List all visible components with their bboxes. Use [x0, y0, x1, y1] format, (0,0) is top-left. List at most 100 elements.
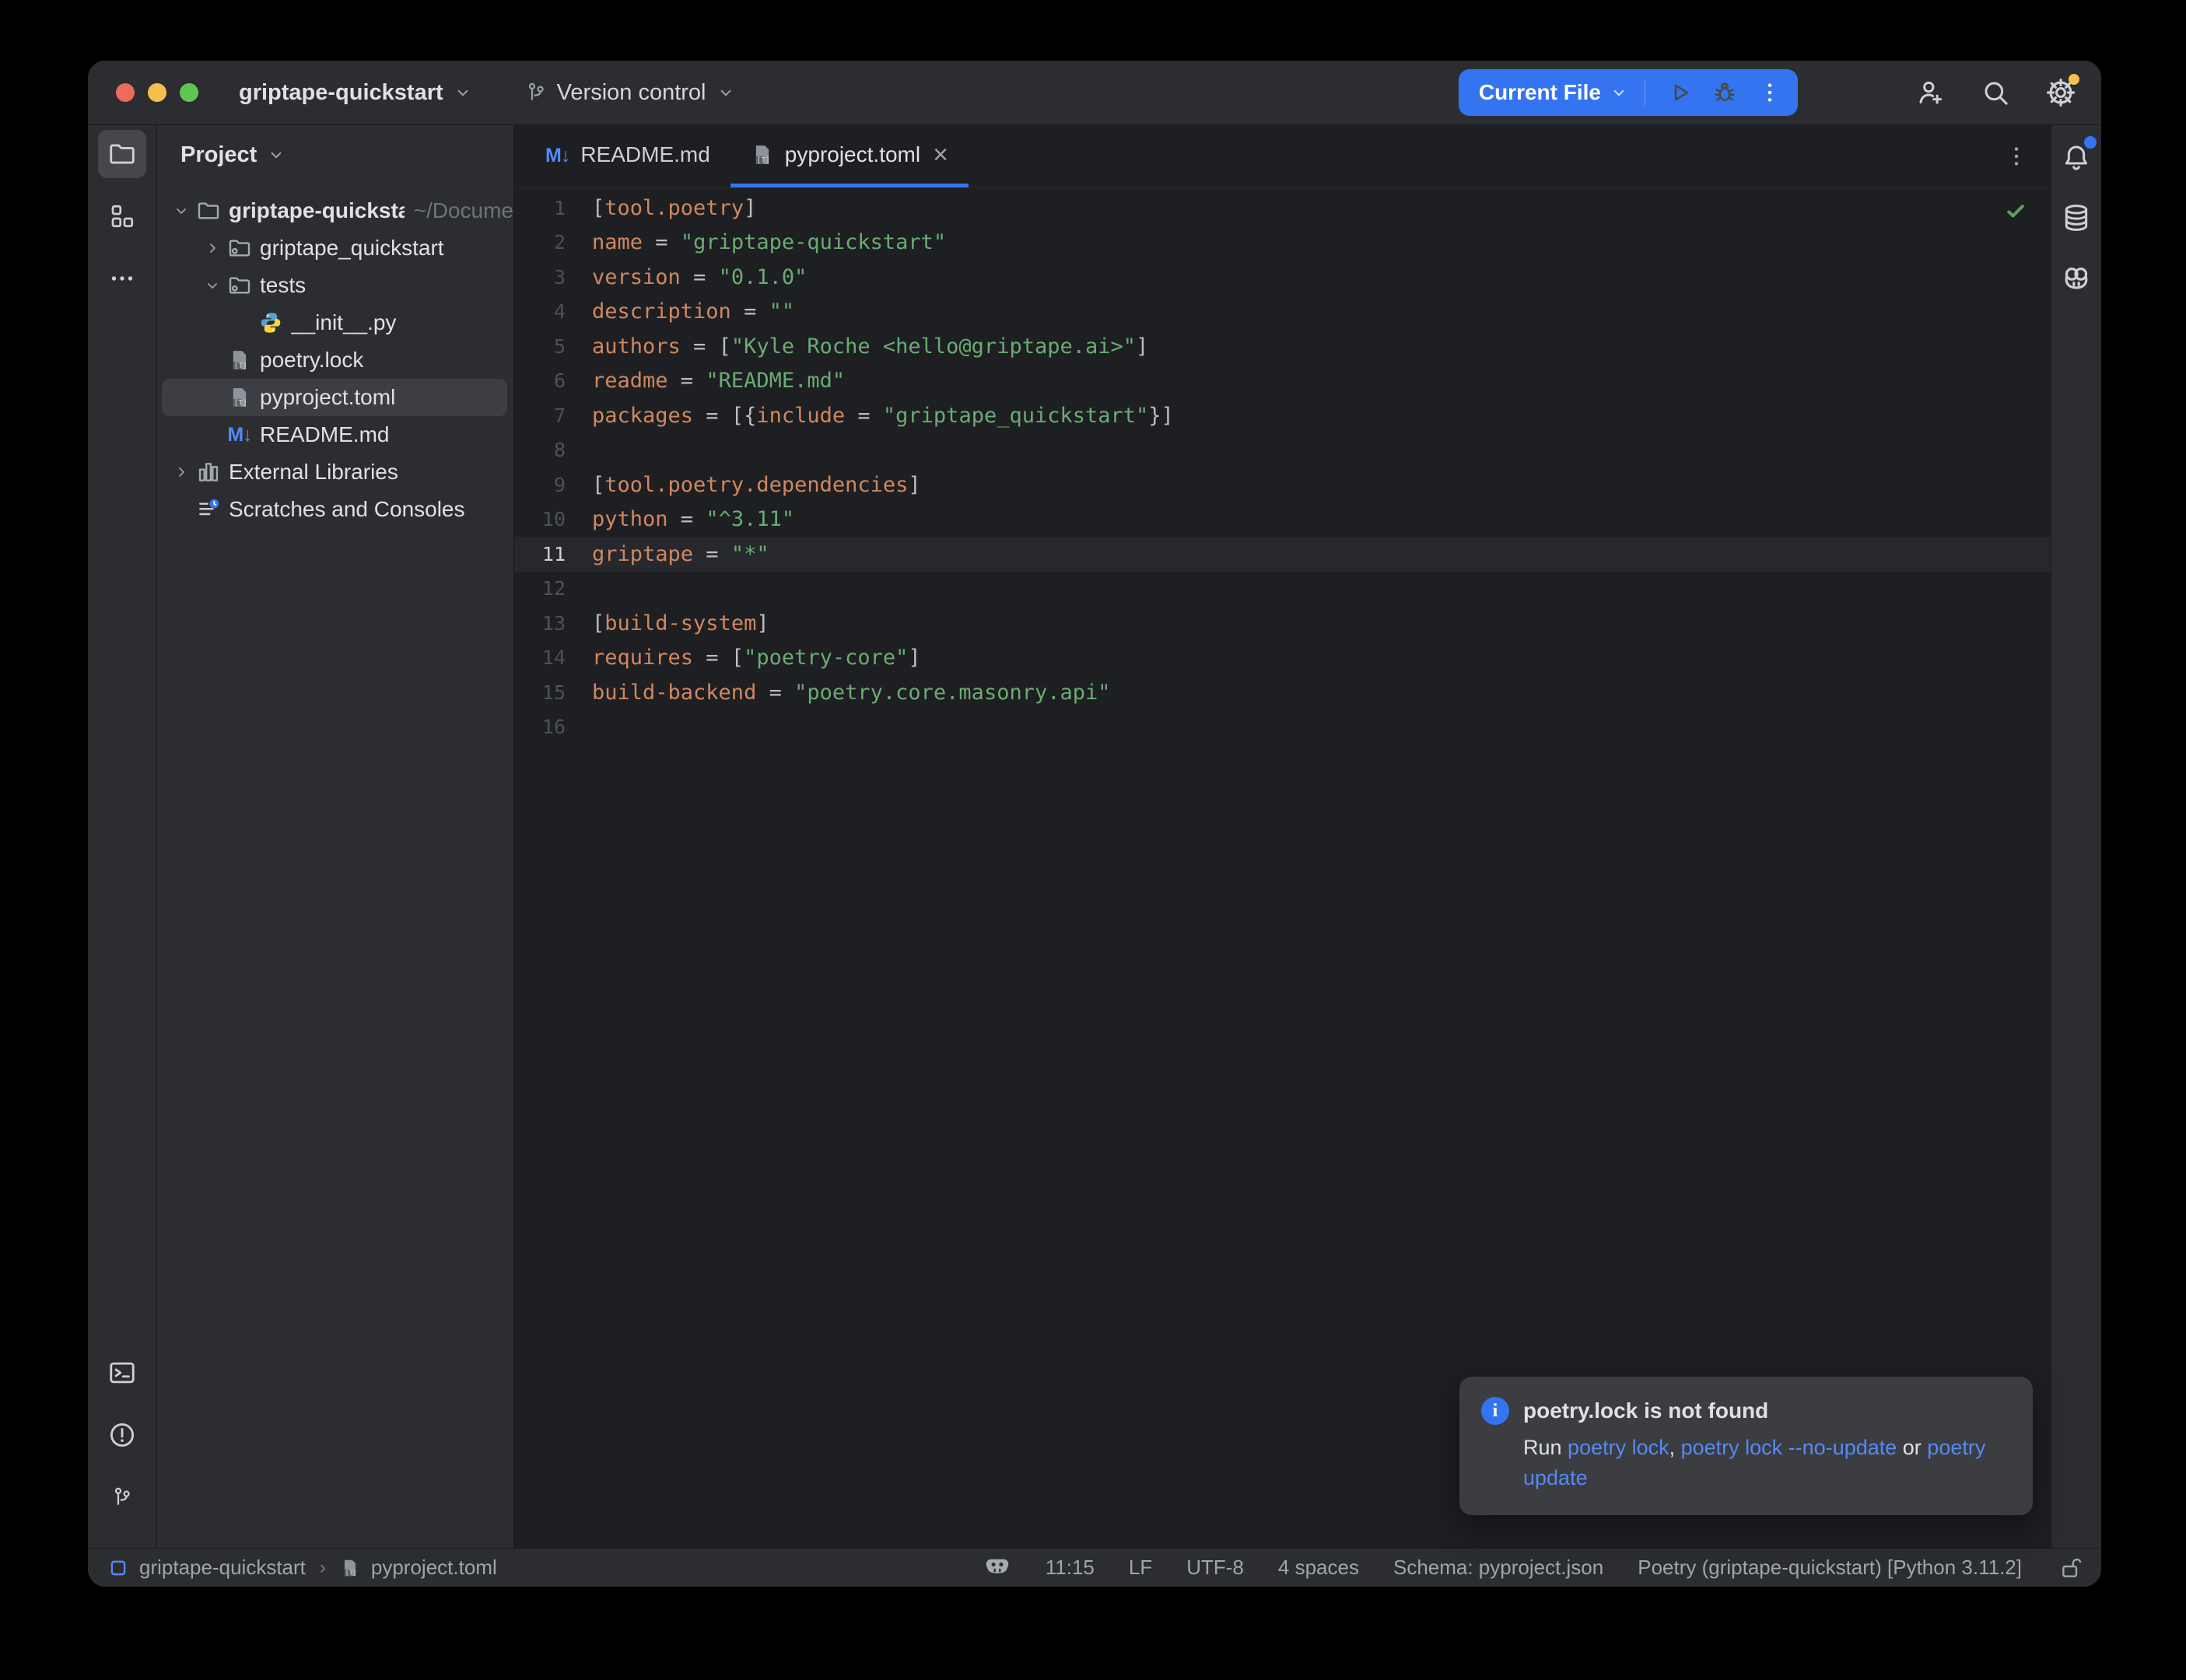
- terminal-tool-button[interactable]: [98, 1349, 146, 1397]
- debug-button[interactable]: [1706, 74, 1743, 111]
- line-number: 16: [514, 716, 592, 738]
- run-config-label: Current File: [1479, 80, 1601, 105]
- breadcrumb-item[interactable]: pyproject.toml: [371, 1556, 497, 1580]
- svg-text:[T]: [T]: [757, 156, 770, 165]
- run-button[interactable]: [1661, 74, 1698, 111]
- line-number: 8: [514, 439, 592, 461]
- code-text: authors = ["Kyle Roche <hello@griptape.a…: [592, 334, 1148, 359]
- tab-label: README.md: [580, 142, 709, 167]
- tab-pyproject-toml[interactable]: [T]pyproject.toml×: [730, 125, 969, 187]
- settings-button[interactable]: [2044, 75, 2078, 110]
- line-number: 1: [514, 197, 592, 219]
- code-line-7[interactable]: 7packages = [{include = "griptape_quicks…: [514, 398, 2051, 433]
- status-item-poetry-griptape-quickstart-python-3-11-2-[interactable]: Poetry (griptape-quickstart) [Python 3.1…: [1638, 1556, 2022, 1580]
- code-line-13[interactable]: 13[build-system]: [514, 606, 2051, 641]
- project-panel-title: Project: [180, 142, 257, 168]
- user-plus-icon: [1915, 77, 1946, 108]
- project-selector[interactable]: griptape-quickstart: [239, 80, 473, 106]
- lock-icon[interactable]: [2059, 1556, 2084, 1580]
- code-line-9[interactable]: 9[tool.poetry.dependencies]: [514, 467, 2051, 502]
- tab-options-button[interactable]: [2004, 144, 2029, 169]
- more-tools-button[interactable]: [98, 254, 146, 303]
- chevron-right-icon[interactable]: [168, 463, 194, 481]
- project-tool-button[interactable]: [98, 130, 146, 178]
- status-item-schema[interactable]: Schema: pyproject.json: [1393, 1556, 1603, 1580]
- code-line-5[interactable]: 5authors = ["Kyle Roche <hello@griptape.…: [514, 329, 2051, 364]
- notification-link[interactable]: poetry lock: [1568, 1436, 1669, 1459]
- code-line-15[interactable]: 15build-backend = "poetry.core.masonry.a…: [514, 675, 2051, 710]
- svg-text:[T]: [T]: [345, 1568, 357, 1576]
- notification-body: Run poetry lock, poetry lock --no-update…: [1523, 1433, 2011, 1493]
- tree-item-griptape-quickstart[interactable]: griptape-quickstart~/Docume: [157, 192, 513, 229]
- status-bar: griptape-quickstart›[T]pyproject.toml 11…: [88, 1548, 2101, 1587]
- markdown-icon: M↓: [545, 142, 569, 167]
- tree-item-readme-md[interactable]: M↓README.md: [157, 416, 513, 453]
- database-tool-button[interactable]: [2055, 194, 2098, 242]
- scratches-icon: [194, 497, 222, 522]
- code-line-16[interactable]: 16: [514, 710, 2051, 745]
- notification-popup: i poetry.lock is not found Run poetry lo…: [1459, 1377, 2033, 1515]
- structure-tool-button[interactable]: [98, 192, 146, 240]
- code-text: version = "0.1.0": [592, 265, 807, 289]
- line-number: 4: [514, 300, 592, 323]
- code-line-11[interactable]: 11griptape = "*": [514, 537, 2051, 572]
- code-editor[interactable]: 1[tool.poetry]2name = "griptape-quicksta…: [514, 188, 2051, 1548]
- minimize-window-button[interactable]: [148, 83, 166, 102]
- code-text: packages = [{include = "griptape_quickst…: [592, 404, 1174, 428]
- chevron-down-icon[interactable]: [199, 276, 226, 295]
- project-selector-label: griptape-quickstart: [239, 80, 443, 106]
- tree-item-tests[interactable]: tests: [157, 267, 513, 304]
- copilot-icon[interactable]: [983, 1554, 1011, 1582]
- add-user-button[interactable]: [1913, 75, 1947, 110]
- code-line-2[interactable]: 2name = "griptape-quickstart": [514, 226, 2051, 261]
- search-everywhere-button[interactable]: [1978, 75, 2013, 110]
- maximize-window-button[interactable]: [180, 83, 198, 102]
- line-number: 5: [514, 335, 592, 358]
- chevron-right-icon[interactable]: [199, 239, 226, 257]
- tree-item-external-libraries[interactable]: External Libraries: [157, 453, 513, 491]
- status-item-lf[interactable]: LF: [1129, 1556, 1152, 1580]
- status-item-4-spaces[interactable]: 4 spaces: [1278, 1556, 1359, 1580]
- close-tab-icon[interactable]: ×: [933, 142, 948, 168]
- code-text: description = "": [592, 299, 794, 324]
- problems-tool-button[interactable]: [98, 1411, 146, 1459]
- code-line-4[interactable]: 4description = "": [514, 295, 2051, 330]
- line-number: 13: [514, 612, 592, 635]
- tree-item-label: External Libraries: [229, 460, 398, 485]
- code-line-8[interactable]: 8: [514, 433, 2051, 468]
- tree-item-label: README.md: [260, 422, 389, 447]
- notification-link[interactable]: poetry lock --no-update: [1681, 1436, 1897, 1459]
- notifications-button[interactable]: [2055, 133, 2098, 181]
- terminal-icon: [107, 1358, 137, 1388]
- close-window-button[interactable]: [116, 83, 135, 102]
- project-tree: griptape-quickstart~/Documegriptape_quic…: [157, 184, 513, 528]
- ai-assistant-tool-button[interactable]: [2055, 254, 2098, 303]
- code-line-6[interactable]: 6readme = "README.md": [514, 364, 2051, 399]
- search-icon: [1980, 77, 2011, 108]
- chevron-down-icon[interactable]: [168, 201, 194, 220]
- tree-item-pyproject-toml[interactable]: [T]pyproject.toml: [162, 379, 507, 416]
- code-line-12[interactable]: 12: [514, 572, 2051, 607]
- tree-item-poetry-lock[interactable]: [T]poetry.lock: [157, 341, 513, 379]
- git-branch-icon: [110, 1486, 134, 1509]
- tree-item-scratches-and-consoles[interactable]: Scratches and Consoles: [157, 491, 513, 528]
- code-line-3[interactable]: 3version = "0.1.0": [514, 260, 2051, 295]
- inspections-check-icon[interactable]: [2004, 199, 2027, 222]
- ide-window: griptape-quickstart Version control Curr…: [88, 61, 2101, 1587]
- tree-item-griptape-quickstart[interactable]: griptape_quickstart: [157, 229, 513, 267]
- tree-item--init-py[interactable]: __init__.py: [157, 304, 513, 341]
- git-tool-button[interactable]: [98, 1473, 146, 1521]
- tab-readme-md[interactable]: M↓ README.md: [525, 125, 730, 187]
- run-more-button[interactable]: [1751, 74, 1788, 111]
- vcs-widget[interactable]: Version control: [524, 80, 736, 106]
- project-panel-header[interactable]: Project: [157, 125, 513, 184]
- info-icon: i: [1481, 1397, 1509, 1425]
- code-line-1[interactable]: 1[tool.poetry]: [514, 191, 2051, 226]
- code-line-14[interactable]: 14requires = ["poetry-core"]: [514, 641, 2051, 676]
- code-line-10[interactable]: 10python = "^3.11": [514, 502, 2051, 537]
- status-item-11[interactable]: 11:15: [1046, 1556, 1095, 1580]
- status-item-utf-8[interactable]: UTF-8: [1186, 1556, 1244, 1580]
- run-widget[interactable]: Current File: [1459, 69, 1798, 116]
- breadcrumb-item[interactable]: griptape-quickstart: [139, 1556, 306, 1580]
- main-area: Project griptape-quickstart~/Documegript…: [88, 125, 2101, 1548]
